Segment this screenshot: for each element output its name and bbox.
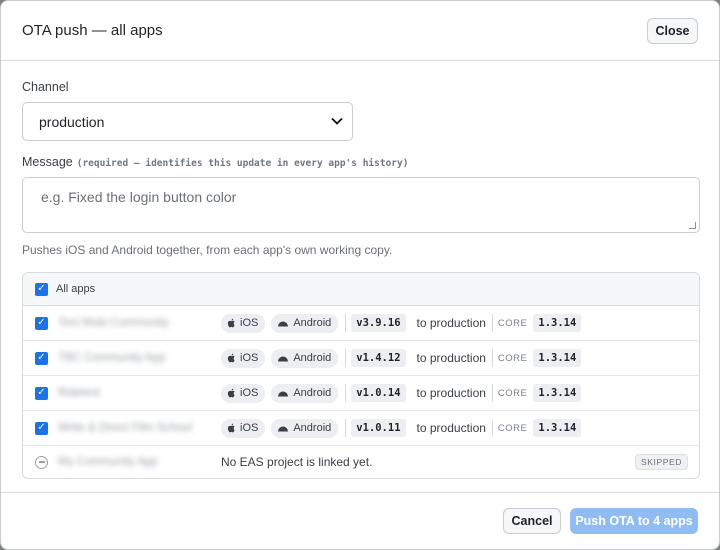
resize-handle-icon[interactable] <box>689 222 696 229</box>
core-version: 1.3.14 <box>533 384 582 402</box>
app-version: v1.0.14 <box>351 384 406 402</box>
android-icon <box>278 426 289 432</box>
message-placeholder: e.g. Fixed the login button color <box>41 189 237 205</box>
target-channel: to production <box>416 316 486 330</box>
chevron-down-icon <box>331 116 343 128</box>
app-name: Ridetest <box>58 387 101 399</box>
android-platform-pill: Android <box>271 383 339 403</box>
skipped-app-row: My Community App No EAS project is linke… <box>23 446 699 478</box>
apple-icon <box>227 388 235 398</box>
app-name: TBC Community App <box>58 352 166 364</box>
message-input[interactable]: e.g. Fixed the login button color <box>22 177 700 233</box>
target-channel: to production <box>416 386 486 400</box>
all-apps-row[interactable]: ✓ All apps <box>23 273 699 306</box>
ota-push-dialog: OTA push — all apps Close Channel produc… <box>0 0 720 550</box>
android-platform-pill: Android <box>271 313 339 333</box>
ios-platform-pill: iOS <box>221 383 266 403</box>
app-version: v1.0.11 <box>351 419 406 437</box>
all-apps-checkbox[interactable]: ✓ <box>35 282 48 296</box>
app-version: v1.4.12 <box>351 349 406 367</box>
app-row: ✓ Toni Mobi Community iOS Android v3.9.1… <box>23 306 699 341</box>
all-apps-label: All apps <box>56 283 96 295</box>
target-channel: to production <box>416 351 486 365</box>
app-name: Toni Mobi Community <box>58 317 169 329</box>
close-button[interactable]: Close <box>647 17 698 44</box>
message-hint: (required — identifies this update in ev… <box>76 158 409 169</box>
app-row: ✓ Write & Direct Film School iOS Android… <box>23 411 699 446</box>
apple-icon <box>227 318 235 328</box>
divider <box>491 384 493 402</box>
android-platform-pill: Android <box>271 348 339 368</box>
android-icon <box>278 356 289 362</box>
dialog-title: OTA push — all apps <box>22 22 163 39</box>
message-label-row: Message (required — identifies this upda… <box>22 155 698 169</box>
app-checkbox[interactable]: ✓ <box>35 421 48 435</box>
core-label: CORE <box>497 352 528 364</box>
android-platform-pill: Android <box>271 418 339 438</box>
core-version: 1.3.14 <box>533 349 582 367</box>
divider <box>345 419 347 437</box>
channel-select[interactable]: production <box>22 102 353 141</box>
core-version: 1.3.14 <box>533 314 582 332</box>
app-checkbox[interactable]: ✓ <box>35 386 48 400</box>
apps-list: ✓ All apps ✓ Toni Mobi Community iOS And… <box>22 272 700 479</box>
ios-platform-pill: iOS <box>221 348 266 368</box>
message-label: Message <box>22 155 73 169</box>
app-name: Write & Direct Film School <box>58 422 192 434</box>
app-checkbox[interactable]: ✓ <box>35 316 48 330</box>
dialog-header: OTA push — all apps Close <box>1 1 719 61</box>
push-ota-button[interactable]: Push OTA to 4 apps <box>570 508 698 534</box>
ios-platform-pill: iOS <box>221 418 266 438</box>
apple-icon <box>227 353 235 363</box>
skipped-badge: SKIPPED <box>634 454 688 470</box>
divider <box>345 384 347 402</box>
dialog-body: Channel production Message (required — i… <box>1 61 719 479</box>
core-label: CORE <box>497 387 528 399</box>
core-label: CORE <box>497 317 528 329</box>
divider <box>491 419 493 437</box>
channel-value: production <box>39 113 105 130</box>
helper-text: Pushes iOS and Android together, from ea… <box>22 243 393 257</box>
skipped-reason: No EAS project is linked yet. <box>221 455 373 469</box>
divider <box>491 349 493 367</box>
app-row: ✓ TBC Community App iOS Android v1.4.12 … <box>23 341 699 376</box>
android-icon <box>278 391 289 397</box>
ios-platform-pill: iOS <box>221 313 266 333</box>
skipped-icon <box>35 455 48 469</box>
app-checkbox[interactable]: ✓ <box>35 351 48 365</box>
app-version: v3.9.16 <box>351 314 406 332</box>
dialog-footer: Cancel Push OTA to 4 apps <box>1 492 719 549</box>
channel-label: Channel <box>22 80 69 94</box>
core-label: CORE <box>497 422 528 434</box>
divider <box>491 314 493 332</box>
target-channel: to production <box>416 421 486 435</box>
apple-icon <box>227 423 235 433</box>
android-icon <box>278 321 289 327</box>
skipped-app-name: My Community App <box>58 456 158 468</box>
divider <box>345 314 347 332</box>
cancel-button[interactable]: Cancel <box>503 508 561 534</box>
app-row: ✓ Ridetest iOS Android v1.0.14 to produc… <box>23 376 699 411</box>
divider <box>345 349 347 367</box>
core-version: 1.3.14 <box>533 419 582 437</box>
